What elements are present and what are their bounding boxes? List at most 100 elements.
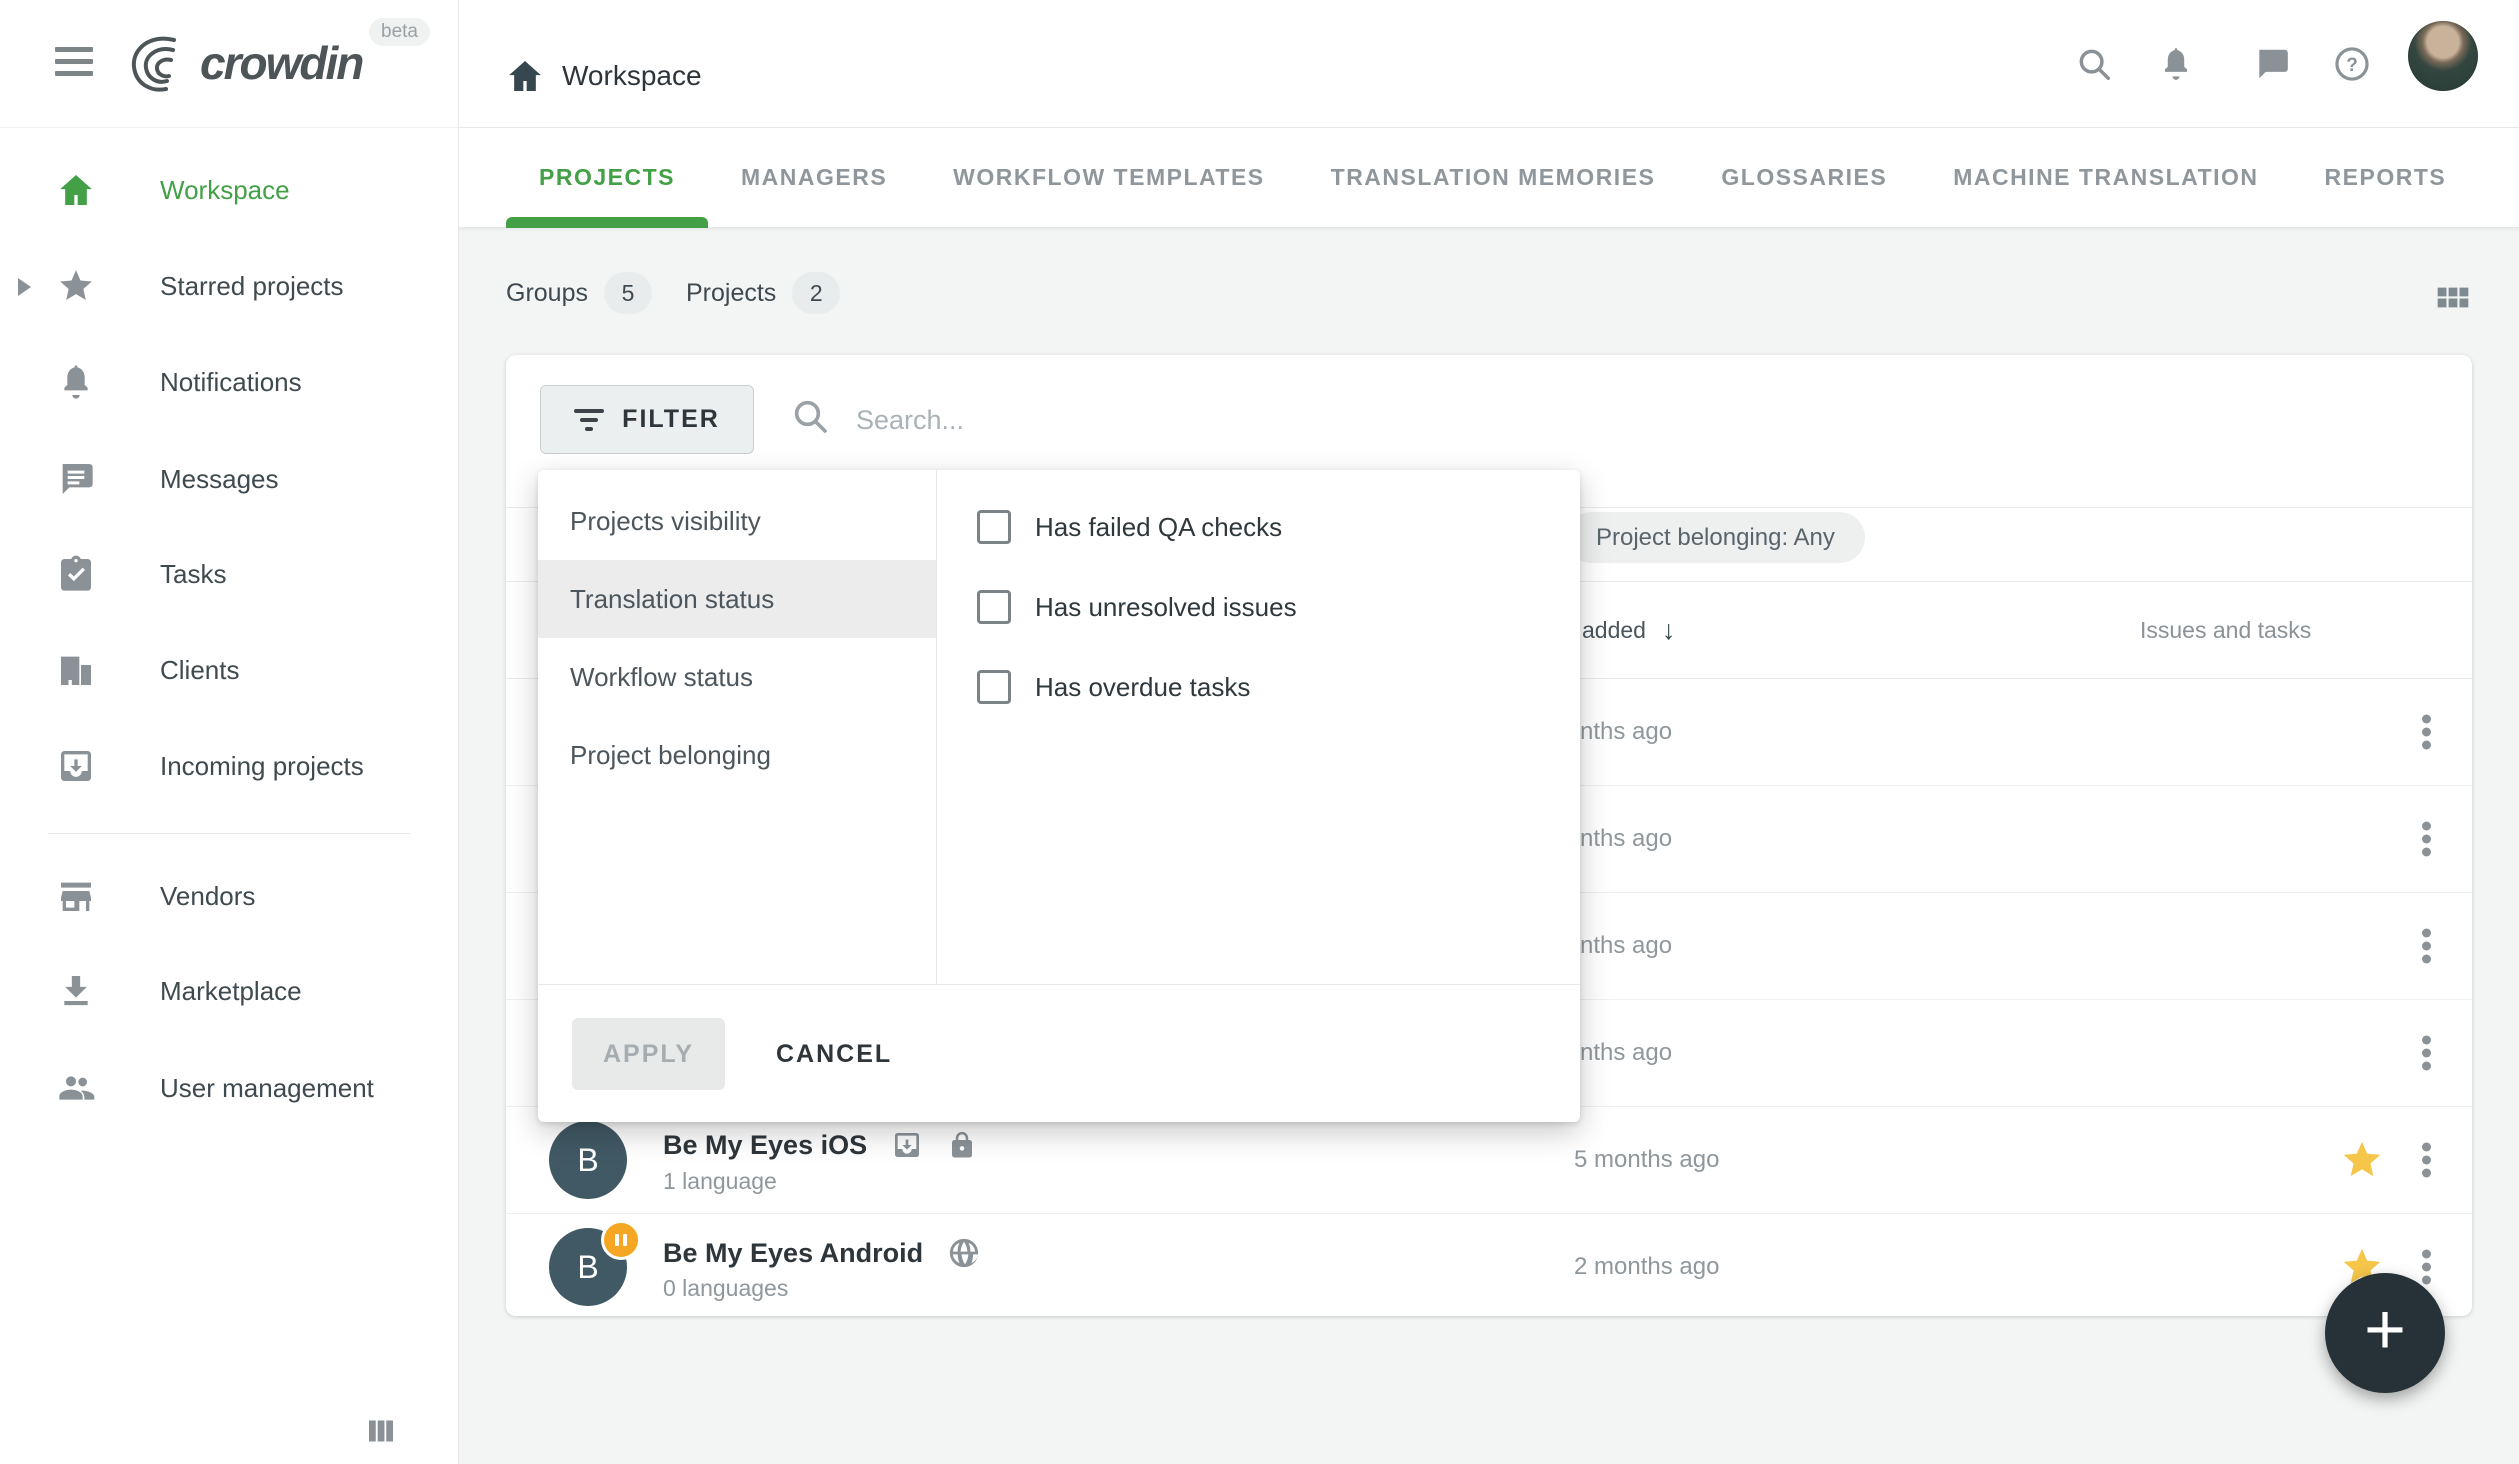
- sidebar-item-label: User management: [160, 1073, 374, 1104]
- sidebar-item-label: Marketplace: [160, 976, 302, 1007]
- view-columns-icon[interactable]: [363, 1413, 399, 1449]
- sidebar-item-label: Workspace: [160, 175, 290, 206]
- filter-button[interactable]: FILTER: [540, 385, 754, 454]
- filter-section-project-belonging[interactable]: Project belonging: [538, 716, 936, 794]
- tab-glossaries[interactable]: GLOSSARIES: [1688, 127, 1920, 228]
- row-menu-icon[interactable]: [2420, 925, 2432, 968]
- sidebar-item-label: Messages: [160, 464, 279, 495]
- tab-projects[interactable]: PROJECTS: [506, 127, 708, 228]
- row-date-added: 5 months ago: [1574, 1107, 1719, 1213]
- sidebar-item-marketplace[interactable]: Marketplace: [0, 943, 458, 1039]
- project-name: Be My Eyes Android: [663, 1238, 923, 1269]
- row-menu-icon[interactable]: [2420, 1032, 2432, 1075]
- message-icon: [56, 459, 96, 499]
- sort-desc-icon: ↓: [1662, 615, 1676, 646]
- sidebar-item-starred-projects[interactable]: Starred projects: [0, 238, 458, 334]
- projects-count-badge: 2: [792, 272, 840, 314]
- tab-translation-memories[interactable]: TRANSLATION MEMORIES: [1298, 127, 1689, 228]
- sidebar-item-label: Vendors: [160, 881, 255, 912]
- row-menu-icon[interactable]: [2420, 1246, 2432, 1289]
- filter-section-workflow-status[interactable]: Workflow status: [538, 638, 936, 716]
- sidebar-item-user-management[interactable]: User management: [0, 1040, 458, 1136]
- option-has-unresolved-issues[interactable]: Has unresolved issues: [977, 589, 1580, 625]
- row-menu-icon[interactable]: [2420, 818, 2432, 861]
- row-date-added: nths ago: [1580, 786, 1672, 892]
- hamburger-menu-icon[interactable]: [55, 47, 93, 77]
- sidebar-item-incoming-projects[interactable]: Incoming projects: [0, 718, 458, 814]
- messages-icon[interactable]: [2253, 45, 2291, 83]
- sidebar-item-messages[interactable]: Messages: [0, 431, 458, 527]
- project-name: Be My Eyes iOS: [663, 1130, 867, 1161]
- sidebar-item-label: Starred projects: [160, 271, 344, 302]
- option-has-failed-qa-checks[interactable]: Has failed QA checks: [977, 509, 1580, 545]
- option-has-overdue-tasks[interactable]: Has overdue tasks: [977, 669, 1580, 705]
- bell-icon: [56, 362, 96, 402]
- sidebar-item-workspace[interactable]: Workspace: [0, 142, 458, 238]
- groups-toggle[interactable]: Groups: [506, 279, 588, 308]
- star-icon: [56, 266, 96, 306]
- row-menu-icon[interactable]: [2420, 711, 2432, 754]
- project-languages: 1 language: [663, 1168, 777, 1195]
- filter-sections-menu: Projects visibility Translation status W…: [538, 470, 937, 985]
- tabs-bar: PROJECTS MANAGERS WORKFLOW TEMPLATES TRA…: [458, 127, 2519, 228]
- sidebar-item-label: Incoming projects: [160, 751, 364, 782]
- expand-caret-icon[interactable]: [18, 278, 31, 296]
- column-header-date-added[interactable]: added ↓: [1582, 582, 1675, 678]
- project-languages: 0 languages: [663, 1275, 788, 1302]
- tab-machine-translation[interactable]: MACHINE TRANSLATION: [1920, 127, 2291, 228]
- sidebar: crowdin beta Workspace Starred projects …: [0, 0, 459, 1464]
- row-date-added: nths ago: [1580, 893, 1672, 999]
- logo-text: crowdin: [200, 36, 362, 90]
- crowdin-workspace-app: crowdin beta Workspace Starred projects …: [0, 0, 2519, 1464]
- apply-button[interactable]: APPLY: [572, 1018, 725, 1090]
- checkbox-icon[interactable]: [977, 670, 1011, 704]
- crowdin-shell-icon: [128, 33, 194, 93]
- row-date-added: 2 months ago: [1574, 1214, 1719, 1316]
- row-menu-icon[interactable]: [2420, 1139, 2432, 1182]
- search-icon[interactable]: [2075, 45, 2113, 83]
- crowdin-logo[interactable]: crowdin: [128, 33, 362, 93]
- incoming-project-icon: [891, 1129, 923, 1161]
- add-project-fab[interactable]: +: [2325, 1273, 2445, 1393]
- checkbox-icon[interactable]: [977, 590, 1011, 624]
- sidebar-item-tasks[interactable]: Tasks: [0, 526, 458, 622]
- row-date-added: nths ago: [1580, 679, 1672, 785]
- tab-reports[interactable]: REPORTS: [2292, 127, 2480, 228]
- tab-managers[interactable]: MANAGERS: [708, 127, 920, 228]
- groups-projects-summary: Groups 5 Projects 2: [506, 272, 874, 314]
- user-avatar[interactable]: [2408, 21, 2478, 91]
- groups-count-badge: 5: [604, 272, 652, 314]
- sidebar-item-notifications[interactable]: Notifications: [0, 334, 458, 430]
- table-row-be-my-eyes-ios[interactable]: B Be My Eyes iOS 1 language 5 months ago: [506, 1107, 2472, 1214]
- users-icon: [56, 1068, 96, 1108]
- home-breadcrumb-icon[interactable]: [505, 56, 545, 96]
- search-input[interactable]: [854, 387, 1418, 453]
- home-icon: [56, 170, 96, 210]
- filter-options: Has failed QA checks Has unresolved issu…: [937, 470, 1580, 985]
- project-belonging-chip[interactable]: Project belonging: Any: [1566, 512, 1865, 563]
- sidebar-item-label: Clients: [160, 655, 239, 686]
- paused-badge-icon: [601, 1220, 641, 1260]
- topbar: Workspace ?: [458, 0, 2519, 128]
- plus-icon: +: [2364, 1294, 2406, 1366]
- filter-section-translation-status[interactable]: Translation status: [538, 560, 936, 638]
- cancel-button[interactable]: CANCEL: [770, 1018, 898, 1090]
- sidebar-item-vendors[interactable]: Vendors: [0, 848, 458, 944]
- row-date-added: nths ago: [1580, 1000, 1672, 1106]
- filter-section-projects-visibility[interactable]: Projects visibility: [538, 482, 936, 560]
- help-icon[interactable]: ?: [2333, 45, 2371, 83]
- sidebar-item-label: Tasks: [160, 559, 226, 590]
- starred-icon[interactable]: [2339, 1137, 2385, 1183]
- checkbox-icon[interactable]: [977, 510, 1011, 544]
- sidebar-divider: [48, 833, 410, 834]
- clients-building-icon: [56, 650, 96, 690]
- lock-icon: [947, 1129, 977, 1161]
- table-row-be-my-eyes-android[interactable]: B Be My Eyes Android 0 languages 2 month…: [506, 1214, 2472, 1316]
- grid-view-icon[interactable]: [2430, 278, 2476, 324]
- project-avatar: B: [549, 1121, 627, 1199]
- tab-workflow-templates[interactable]: WORKFLOW TEMPLATES: [920, 127, 1297, 228]
- storefront-icon: [56, 876, 96, 916]
- notifications-bell-icon[interactable]: [2157, 45, 2195, 83]
- projects-toggle[interactable]: Projects: [686, 279, 776, 308]
- sidebar-item-clients[interactable]: Clients: [0, 622, 458, 718]
